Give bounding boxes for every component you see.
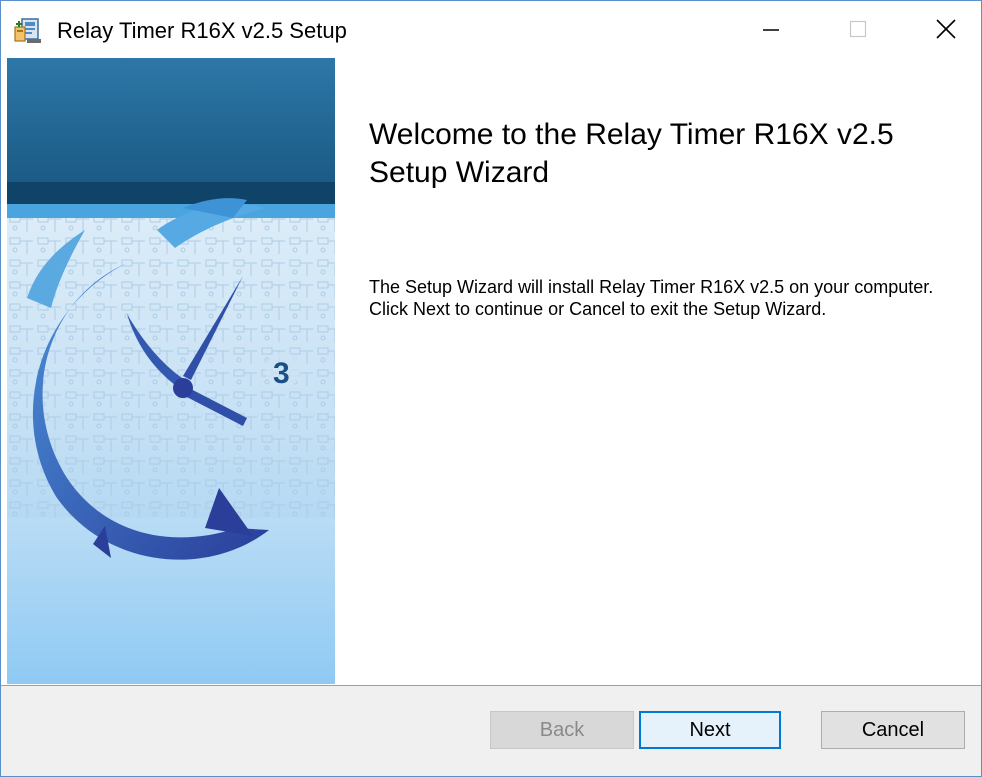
welcome-description: The Setup Wizard will install Relay Time… bbox=[369, 277, 934, 319]
installer-app-icon bbox=[14, 18, 41, 43]
welcome-heading: Welcome to the Relay Timer R16X v2.5 Set… bbox=[369, 118, 894, 189]
window-title: Relay Timer R16X v2.5 Setup bbox=[57, 18, 347, 43]
minimize-button[interactable] bbox=[726, 1, 816, 57]
banner-badge-text: 3 bbox=[273, 357, 290, 390]
setup-window: Relay Timer R16X v2.5 Setup 3 Welcome to… bbox=[0, 0, 982, 777]
maximize-icon bbox=[849, 20, 867, 38]
clock-artwork: 3 bbox=[7, 58, 335, 684]
back-button[interactable]: Back bbox=[490, 711, 634, 749]
next-button[interactable]: Next bbox=[639, 711, 781, 749]
close-icon bbox=[936, 19, 956, 39]
close-button[interactable] bbox=[901, 1, 981, 57]
minimize-icon bbox=[763, 29, 779, 31]
title-bar[interactable]: Relay Timer R16X v2.5 Setup bbox=[1, 1, 981, 57]
wizard-footer: Back Next Cancel bbox=[1, 686, 981, 776]
cancel-button[interactable]: Cancel bbox=[821, 711, 965, 749]
maximize-button[interactable] bbox=[813, 1, 903, 57]
wizard-banner-image: 3 bbox=[7, 58, 335, 684]
wizard-content: Welcome to the Relay Timer R16X v2.5 Set… bbox=[335, 58, 981, 684]
